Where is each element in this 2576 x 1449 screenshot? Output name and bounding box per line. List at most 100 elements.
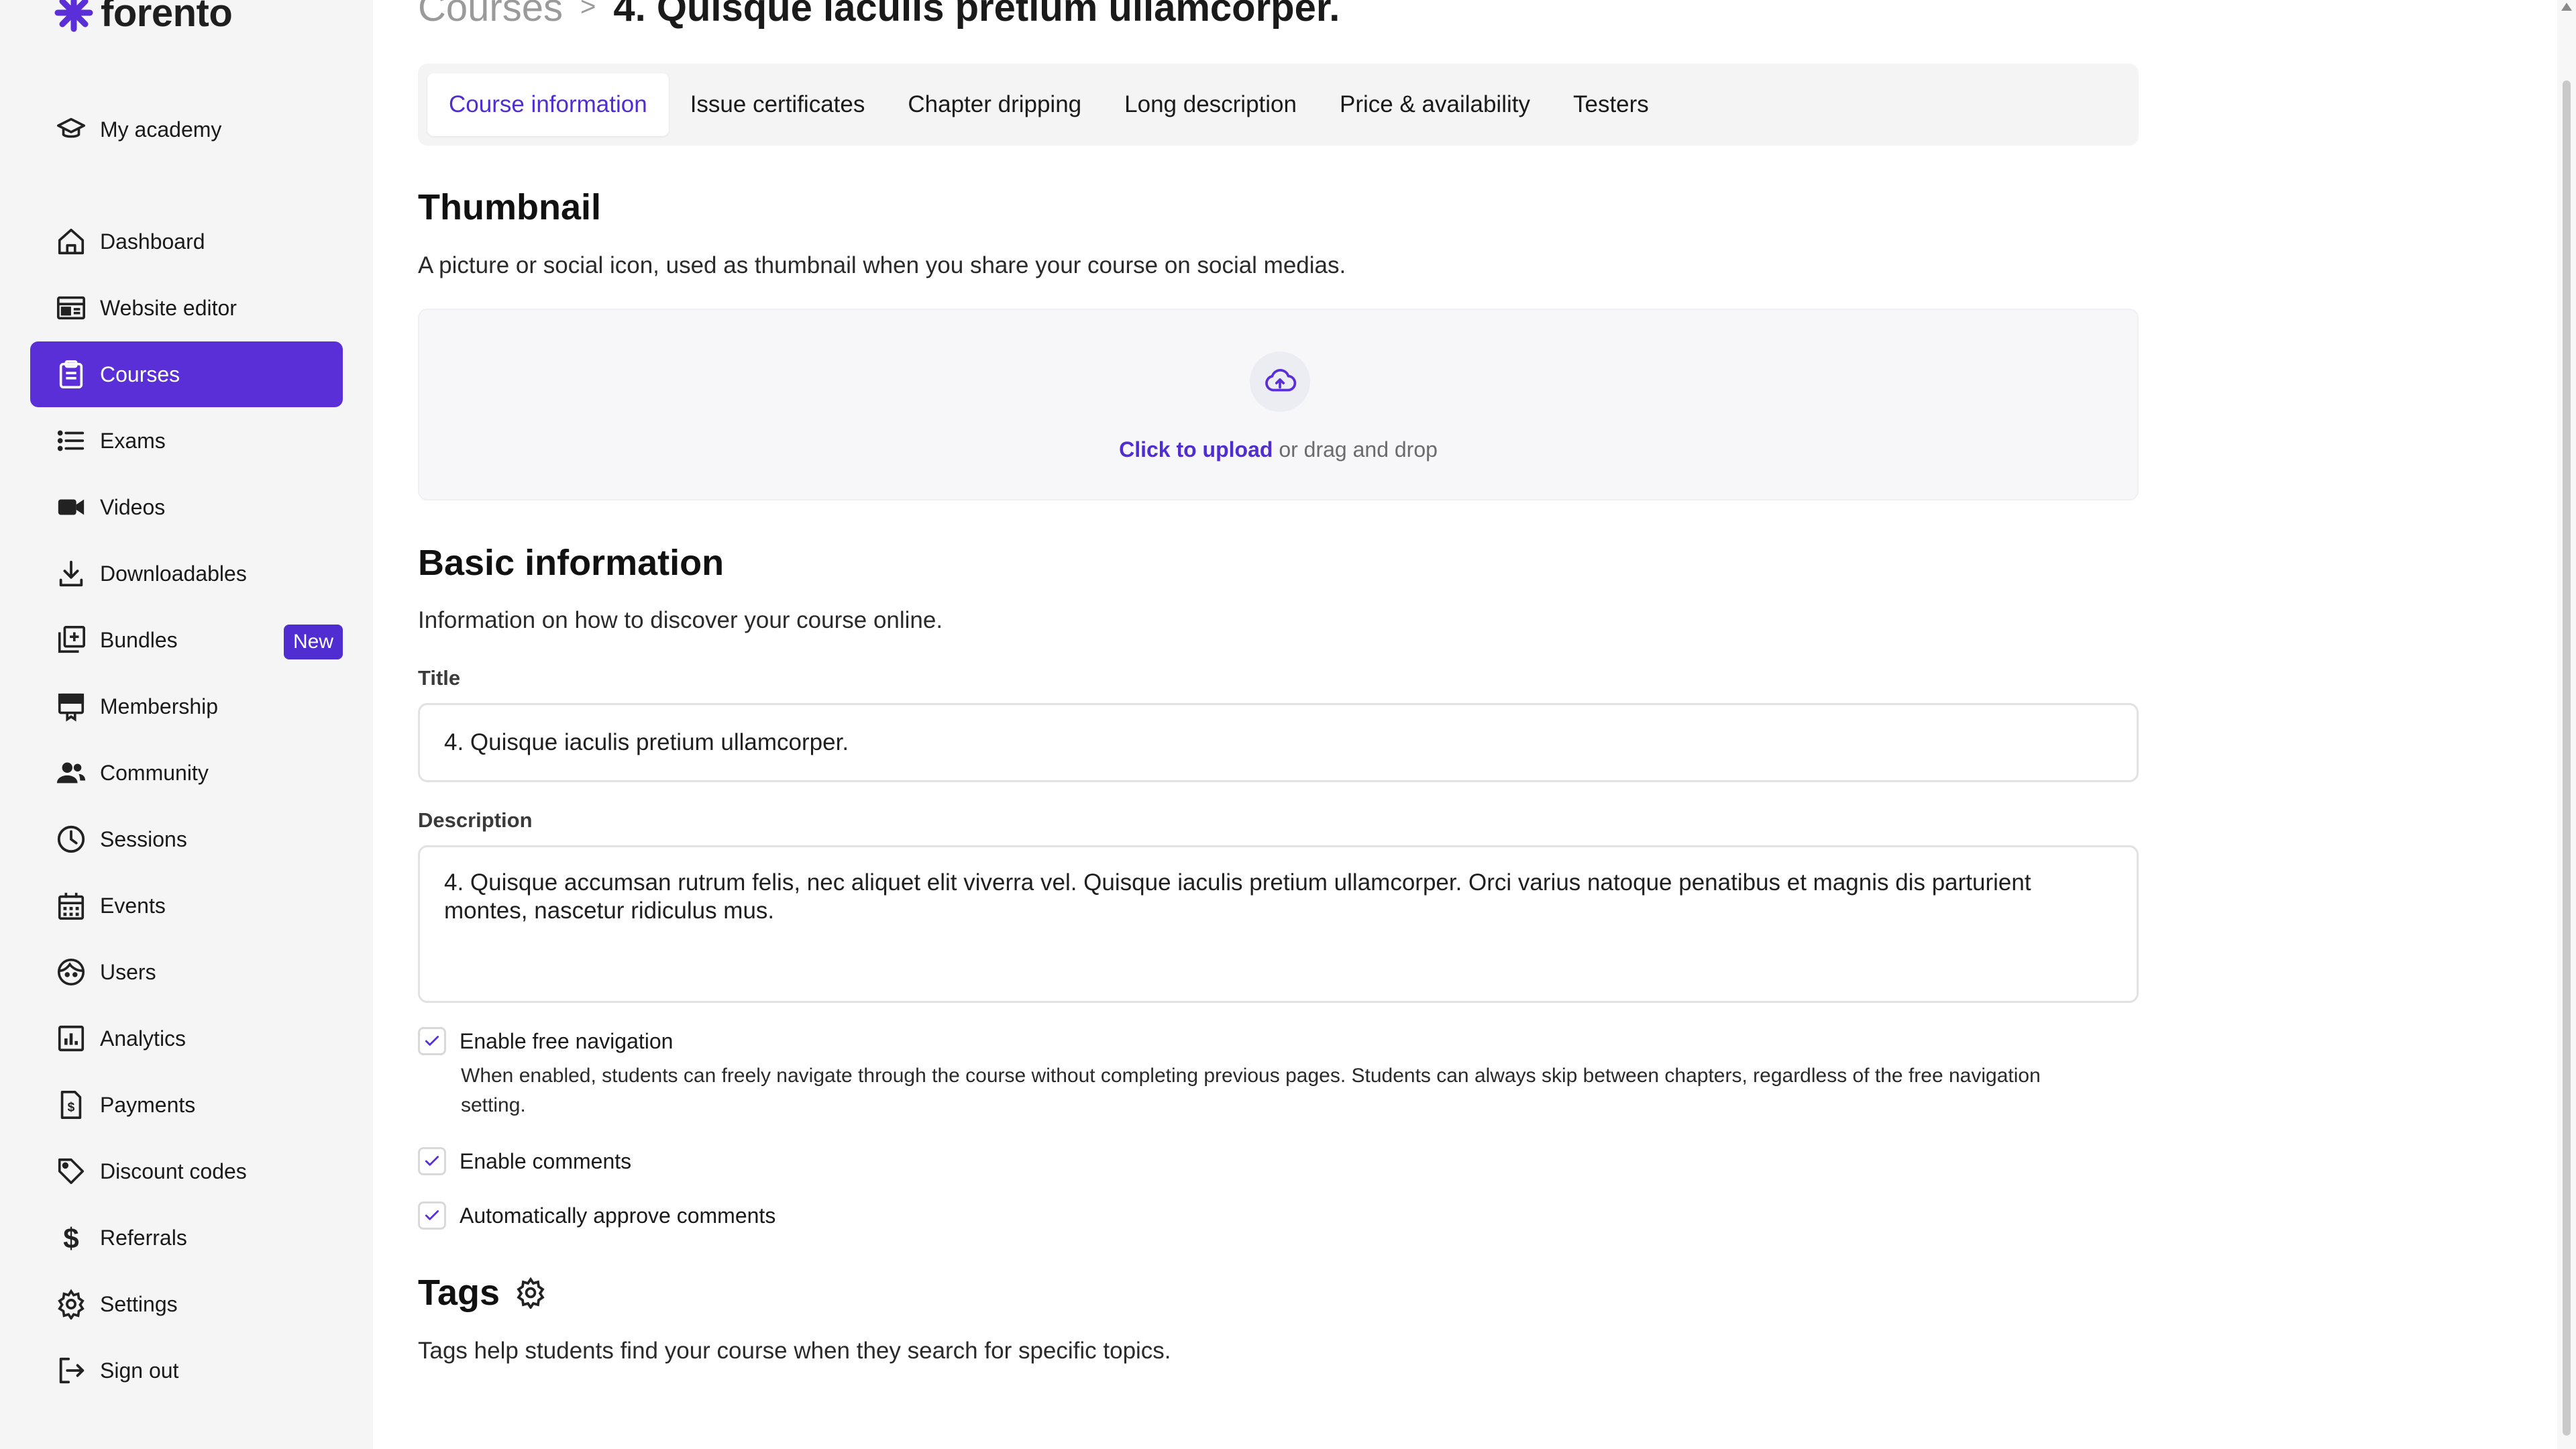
- sidebar-item-sign-out[interactable]: Sign out: [30, 1338, 343, 1403]
- list-icon: [54, 424, 88, 458]
- tags-heading: Tags: [418, 1273, 500, 1313]
- bar-chart-icon: [54, 1022, 88, 1055]
- sidebar-item-exams[interactable]: Exams: [30, 408, 343, 474]
- clock-icon: [54, 822, 88, 856]
- sidebar-item-label: Events: [100, 893, 166, 918]
- sidebar-item-label: Referrals: [100, 1225, 187, 1250]
- sidebar-item-label: Exams: [100, 428, 166, 453]
- upload-hint: or drag and drop: [1273, 437, 1438, 462]
- breadcrumb-separator: >: [580, 0, 596, 21]
- auto-approve-checkbox-row: Automatically approve comments: [418, 1201, 775, 1230]
- auto-approve-comments-label: Automatically approve comments: [460, 1203, 776, 1228]
- sidebar-item-videos[interactable]: Videos: [30, 474, 343, 540]
- calendar-icon: [54, 889, 88, 922]
- sidebar-item-label: Bundles: [100, 627, 178, 652]
- thumbnail-upload-dropzone[interactable]: Click to upload or drag and drop: [418, 309, 2139, 500]
- sidebar-item-label: Dashboard: [100, 229, 205, 254]
- sidebar-item-analytics[interactable]: Analytics: [30, 1006, 343, 1071]
- sidebar-item-website-editor[interactable]: Website editor: [30, 275, 343, 341]
- sidebar-item-referrals[interactable]: $ Referrals: [30, 1205, 343, 1271]
- tags-heading-row: Tags: [418, 1272, 547, 1313]
- sidebar-item-sessions[interactable]: Sessions: [30, 806, 343, 872]
- tag-icon: [54, 1155, 88, 1188]
- enable-comments-checkbox-row: Enable comments: [418, 1147, 631, 1175]
- sidebar-item-courses[interactable]: Courses: [30, 341, 343, 407]
- video-camera-icon: [54, 490, 88, 524]
- face-icon: [54, 955, 88, 989]
- sidebar-item-label: Downloadables: [100, 561, 247, 586]
- free-navigation-checkbox[interactable]: [418, 1027, 446, 1055]
- sidebar-item-label: Settings: [100, 1291, 178, 1316]
- breadcrumb-courses-link[interactable]: Courses: [418, 0, 563, 30]
- clipboard-icon: [54, 358, 88, 391]
- thumbnail-description: A picture or social icon, used as thumbn…: [418, 252, 1346, 278]
- website-editor-icon: [54, 291, 88, 325]
- sidebar-item-membership[interactable]: Membership: [30, 674, 343, 739]
- gear-icon: [54, 1287, 88, 1321]
- description-label: Description: [418, 808, 533, 832]
- sidebar-item-label: Videos: [100, 494, 166, 519]
- add-box-icon: [54, 623, 88, 657]
- tab-price-availability[interactable]: Price & availability: [1318, 73, 1552, 136]
- title-input[interactable]: 4. Quisque iaculis pretium ullamcorper.: [418, 703, 2139, 782]
- sidebar-item-payments[interactable]: $ Payments: [30, 1072, 343, 1138]
- dollar-icon: $: [54, 1221, 88, 1254]
- upload-instructions: Click to upload or drag and drop: [419, 437, 2137, 462]
- sidebar-item-users[interactable]: Users: [30, 939, 343, 1005]
- free-navigation-label: Enable free navigation: [460, 1028, 674, 1053]
- sidebar-item-events[interactable]: Events: [30, 873, 343, 938]
- scroll-up-arrow-icon[interactable]: [2561, 3, 2572, 11]
- thumbnail-heading: Thumbnail: [418, 187, 601, 227]
- auto-approve-comments-checkbox[interactable]: [418, 1201, 446, 1230]
- sidebar-item-label: Sign out: [100, 1358, 179, 1383]
- sidebar-item-label: Community: [100, 760, 209, 785]
- sidebar-item-label: Courses: [100, 362, 180, 386]
- basic-information-description: Information on how to discover your cour…: [418, 607, 943, 633]
- sidebar: forento My academy Dashboard Website edi…: [0, 0, 373, 1449]
- membership-icon: [54, 690, 88, 723]
- tab-chapter-dripping[interactable]: Chapter dripping: [886, 73, 1103, 136]
- logo-asterisk-icon: [54, 0, 93, 32]
- breadcrumb: Courses >4. Quisque iaculis pretium ullam…: [418, 0, 1340, 30]
- tab-long-description[interactable]: Long description: [1103, 73, 1318, 136]
- sidebar-item-settings[interactable]: Settings: [30, 1271, 343, 1337]
- free-navigation-help-text: When enabled, students can freely naviga…: [461, 1065, 2041, 1116]
- download-icon: [54, 557, 88, 590]
- description-textarea[interactable]: 4. Quisque accumsan rutrum felis, nec al…: [418, 845, 2139, 1003]
- free-navigation-checkbox-row: Enable free navigation: [418, 1027, 673, 1055]
- sidebar-item-my-academy[interactable]: My academy: [30, 97, 343, 162]
- sidebar-item-discount-codes[interactable]: Discount codes: [30, 1138, 343, 1204]
- title-label: Title: [418, 666, 461, 690]
- sidebar-item-dashboard[interactable]: Dashboard: [30, 209, 343, 274]
- checkmark-icon: [425, 1156, 439, 1166]
- page-scrollbar[interactable]: [2557, 0, 2576, 1449]
- people-icon: [54, 756, 88, 790]
- basic-information-heading: Basic information: [418, 543, 724, 583]
- tags-description: Tags help students find your course when…: [418, 1338, 1171, 1364]
- sign-out-icon: [54, 1354, 88, 1387]
- sidebar-item-label: My academy: [100, 117, 222, 142]
- checkmark-icon: [425, 1210, 439, 1220]
- sidebar-item-label: Sessions: [100, 826, 187, 851]
- svg-text:$: $: [63, 1222, 78, 1253]
- tab-testers[interactable]: Testers: [1552, 73, 1670, 136]
- tab-course-information[interactable]: Course information: [427, 73, 669, 136]
- sidebar-item-label: Membership: [100, 694, 219, 718]
- sidebar-item-downloadables[interactable]: Downloadables: [30, 541, 343, 606]
- sidebar-item-bundles[interactable]: Bundles New: [30, 607, 343, 673]
- click-to-upload-link[interactable]: Click to upload: [1119, 437, 1273, 462]
- cloud-upload-icon: [1250, 352, 1310, 412]
- logo[interactable]: forento: [54, 0, 233, 36]
- checkmark-icon: [425, 1036, 439, 1046]
- sidebar-item-label: Users: [100, 959, 156, 984]
- scrollbar-thumb[interactable]: [2563, 80, 2571, 1436]
- invoice-icon: $: [54, 1088, 88, 1122]
- tab-issue-certificates[interactable]: Issue certificates: [669, 73, 887, 136]
- sidebar-item-label: Discount codes: [100, 1159, 247, 1183]
- sidebar-item-community[interactable]: Community: [30, 740, 343, 806]
- page-title: 4. Quisque iaculis pretium ullamcorper.: [613, 0, 1340, 30]
- tags-settings-gear-icon[interactable]: [515, 1277, 547, 1309]
- enable-comments-checkbox[interactable]: [418, 1147, 446, 1175]
- graduation-cap-icon: [54, 113, 88, 146]
- svg-text:$: $: [68, 1101, 75, 1115]
